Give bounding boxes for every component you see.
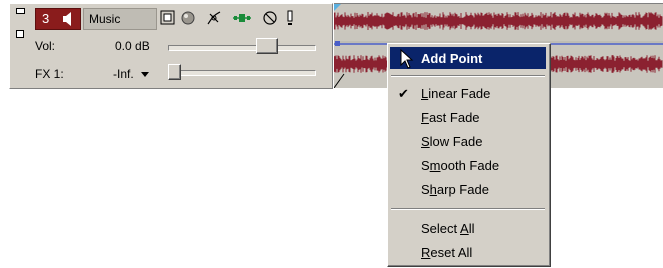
checkmark-icon: ✔ (398, 86, 409, 101)
volume-slider-thumb[interactable] (256, 38, 279, 54)
track-header: 3 Music Vol: 0.0 dB FX 1: -Inf. (9, 3, 333, 89)
menu-item-select-all[interactable]: Select All (390, 217, 546, 239)
volume-label: Vol: (35, 39, 56, 53)
menu-item-label: Linear Fade (421, 86, 491, 101)
menu-item-label: Sharp Fade (421, 182, 489, 197)
volume-slider[interactable] (168, 45, 316, 51)
envelope-point[interactable] (335, 41, 340, 46)
fx-label: FX 1: (35, 67, 64, 81)
menu-item-reset-all[interactable]: Reset All (390, 241, 546, 263)
menu-separator (391, 75, 545, 77)
bypass-icon[interactable] (262, 10, 278, 26)
track-name-field[interactable]: Music (83, 8, 157, 30)
menu-item-label: Reset All (421, 245, 473, 260)
track-number-badge[interactable]: 3 (35, 8, 81, 30)
envelope-icon[interactable] (206, 10, 222, 26)
fx-value: -Inf. (113, 67, 134, 81)
menu-item-fade[interactable]: Sharp Fade (390, 178, 546, 200)
track-name: Music (89, 12, 121, 26)
fade-in-line (334, 73, 345, 88)
menu-item-fade[interactable]: Fast Fade (390, 106, 546, 128)
solo-icon[interactable] (286, 10, 294, 26)
menu-item-fade[interactable]: Smooth Fade (390, 154, 546, 176)
fx-send-slider[interactable] (168, 70, 316, 76)
menu-item-add-point[interactable]: Add Point (390, 47, 546, 69)
menu-item-label: Fast Fade (421, 110, 480, 125)
fade-handle-icon[interactable] (334, 4, 341, 11)
track-expand-button[interactable] (16, 30, 24, 38)
menu-item-label: Select All (421, 221, 475, 236)
track-number: 3 (42, 11, 50, 26)
cursor-arrow-icon (400, 49, 414, 69)
menu-separator (391, 208, 545, 210)
volume-value: 0.0 dB (115, 39, 150, 53)
automation-icon[interactable] (232, 10, 252, 26)
envelope-context-menu: Add Point ✔ Linear Fade Fast Fade Slow Fade… (387, 43, 551, 267)
menu-item-label: Slow Fade (421, 134, 483, 149)
menu-item-label: Smooth Fade (421, 158, 500, 173)
record-arm-icon[interactable] (180, 10, 196, 26)
menu-item-fade[interactable]: Slow Fade (390, 130, 546, 152)
menu-item-label: Add Point (421, 51, 483, 66)
track-fx-icon[interactable] (160, 10, 176, 26)
chevron-down-icon[interactable] (141, 72, 149, 78)
speaker-icon[interactable] (62, 12, 76, 26)
track-minimize-button[interactable] (16, 8, 25, 14)
waveform-channel-left (334, 12, 663, 30)
menu-item-fade[interactable]: ✔ Linear Fade (390, 82, 546, 104)
fx-send-slider-thumb[interactable] (168, 64, 181, 80)
